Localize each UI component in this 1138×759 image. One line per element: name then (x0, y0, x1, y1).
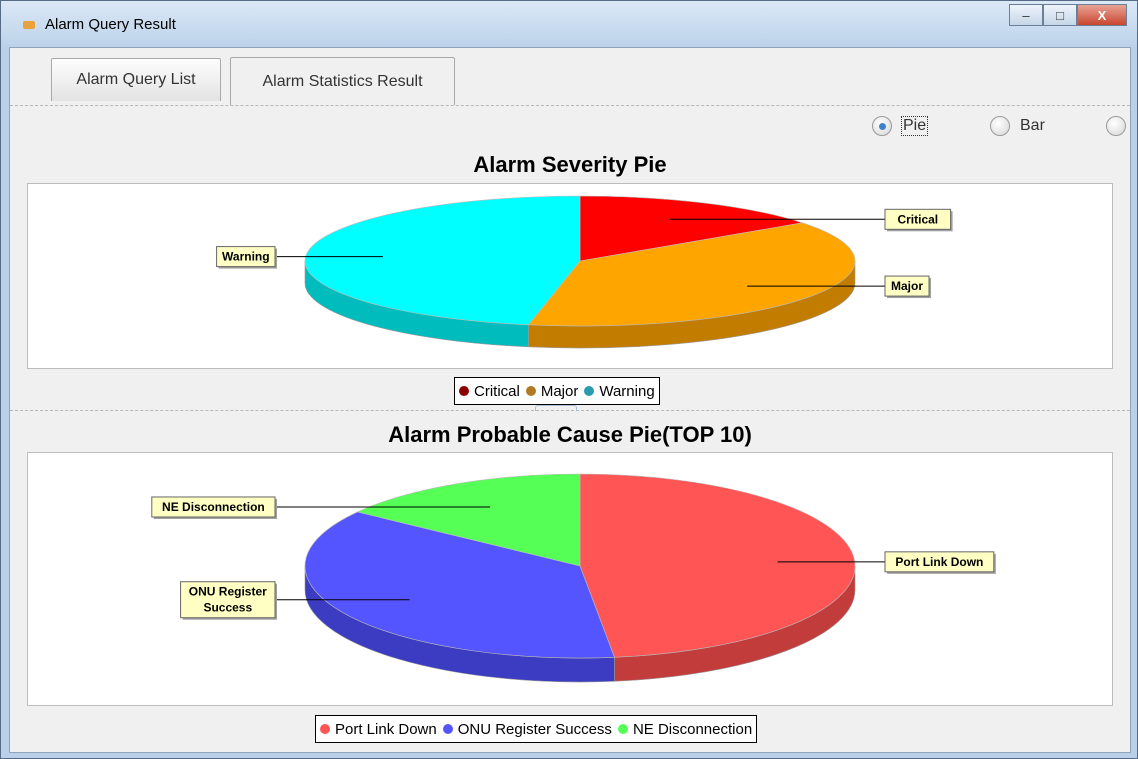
window-title: Alarm Query Result (45, 16, 176, 33)
tab-separator (10, 105, 1130, 106)
slice-label-line: Critical (897, 212, 938, 226)
close-button[interactable]: X (1077, 4, 1127, 26)
split-pane-handle[interactable] (535, 405, 577, 411)
slice-label-port-link-down: Port Link Down (895, 555, 983, 569)
radio-pie-label: Pie (900, 116, 929, 136)
legend-swatch-onu-register-success (442, 724, 453, 734)
tab-alarm-statistics-result[interactable]: Alarm Statistics Result (230, 57, 455, 105)
severity-legend: Critical Major Warning (454, 377, 660, 405)
severity-chart-title: Alarm Severity Pie (473, 152, 667, 177)
legend-item-onu-register-success: ONU Register Success (442, 720, 612, 738)
slice-label-line: Major (891, 279, 923, 293)
legend-label-ne-disconnection: NE Disconnection (632, 720, 753, 738)
chart-type-selector: Pie Bar (870, 116, 1132, 140)
legend-item-ne-disconnection: NE Disconnection (617, 720, 753, 738)
radio-bar[interactable]: Bar (990, 116, 1045, 136)
legend-label-warning: Warning (599, 382, 655, 400)
legend-item-port-link-down: Port Link Down (320, 721, 437, 738)
slice-label-line: Port Link Down (895, 555, 983, 569)
severity-plot-area: Critical Major Warning (27, 183, 1113, 369)
slice-label-line: NE Disconnection (162, 500, 265, 514)
legend-label-critical: Critical (474, 382, 520, 400)
severity-pie-chart: Critical Major Warning (216, 195, 953, 349)
main-content: Alarm Query List Alarm Statistics Result… (9, 47, 1131, 753)
tab-bar: Alarm Query List Alarm Statistics Result (10, 48, 1130, 106)
app-icon (23, 21, 35, 29)
window-controls: – □ X (1009, 4, 1127, 26)
legend-label-port-link-down: Port Link Down (335, 720, 437, 738)
legend-label-major: Major (540, 382, 579, 400)
maximize-button[interactable]: □ (1043, 4, 1077, 26)
legend-swatch-port-link-down (320, 724, 330, 734)
tab-alarm-query-list[interactable]: Alarm Query List (51, 58, 221, 101)
cause-chart-title: Alarm Probable Cause Pie(TOP 10) (388, 422, 752, 447)
legend-item-major: Major (525, 382, 579, 400)
slice-label-line: ONU Register (189, 585, 267, 599)
radio-pie-indicator[interactable] (872, 116, 892, 136)
radio-bar-label: Bar (1020, 117, 1045, 134)
legend-item-warning: Warning (584, 382, 655, 400)
radio-third-indicator[interactable] (1106, 116, 1126, 136)
slice-label-major: Major (891, 279, 923, 293)
legend-label-onu-register-success: ONU Register Success (457, 720, 612, 738)
slice-label-ne-disconnection: NE Disconnection (162, 500, 265, 514)
cause-pie-chart: Port Link Down ONU Register Success NE Disc… (151, 473, 996, 683)
alarm-query-result-window: Alarm Query Result – □ X Alarm Query Lis… (0, 0, 1138, 759)
radio-bar-indicator[interactable] (990, 116, 1010, 136)
cause-plot-area: Port Link Down ONU Register Success NE Disc… (27, 452, 1113, 706)
slice-label-warning: Warning (222, 250, 270, 264)
slice-label-line: Warning (222, 250, 270, 264)
radio-third[interactable] (1106, 116, 1136, 136)
legend-swatch-major (525, 386, 536, 396)
radio-pie[interactable]: Pie (872, 116, 929, 136)
legend-swatch-warning (584, 386, 595, 396)
legend-swatch-critical (459, 386, 469, 396)
cause-legend: Port Link Down ONU Register Success NE D… (315, 715, 758, 743)
legend-swatch-ne-disconnection (617, 724, 628, 734)
title-bar[interactable]: Alarm Query Result – □ X (1, 1, 1137, 47)
slice-label-critical: Critical (897, 212, 938, 226)
minimize-button[interactable]: – (1009, 4, 1043, 26)
legend-item-critical: Critical (459, 383, 520, 400)
slice-label-line: Success (203, 601, 252, 615)
